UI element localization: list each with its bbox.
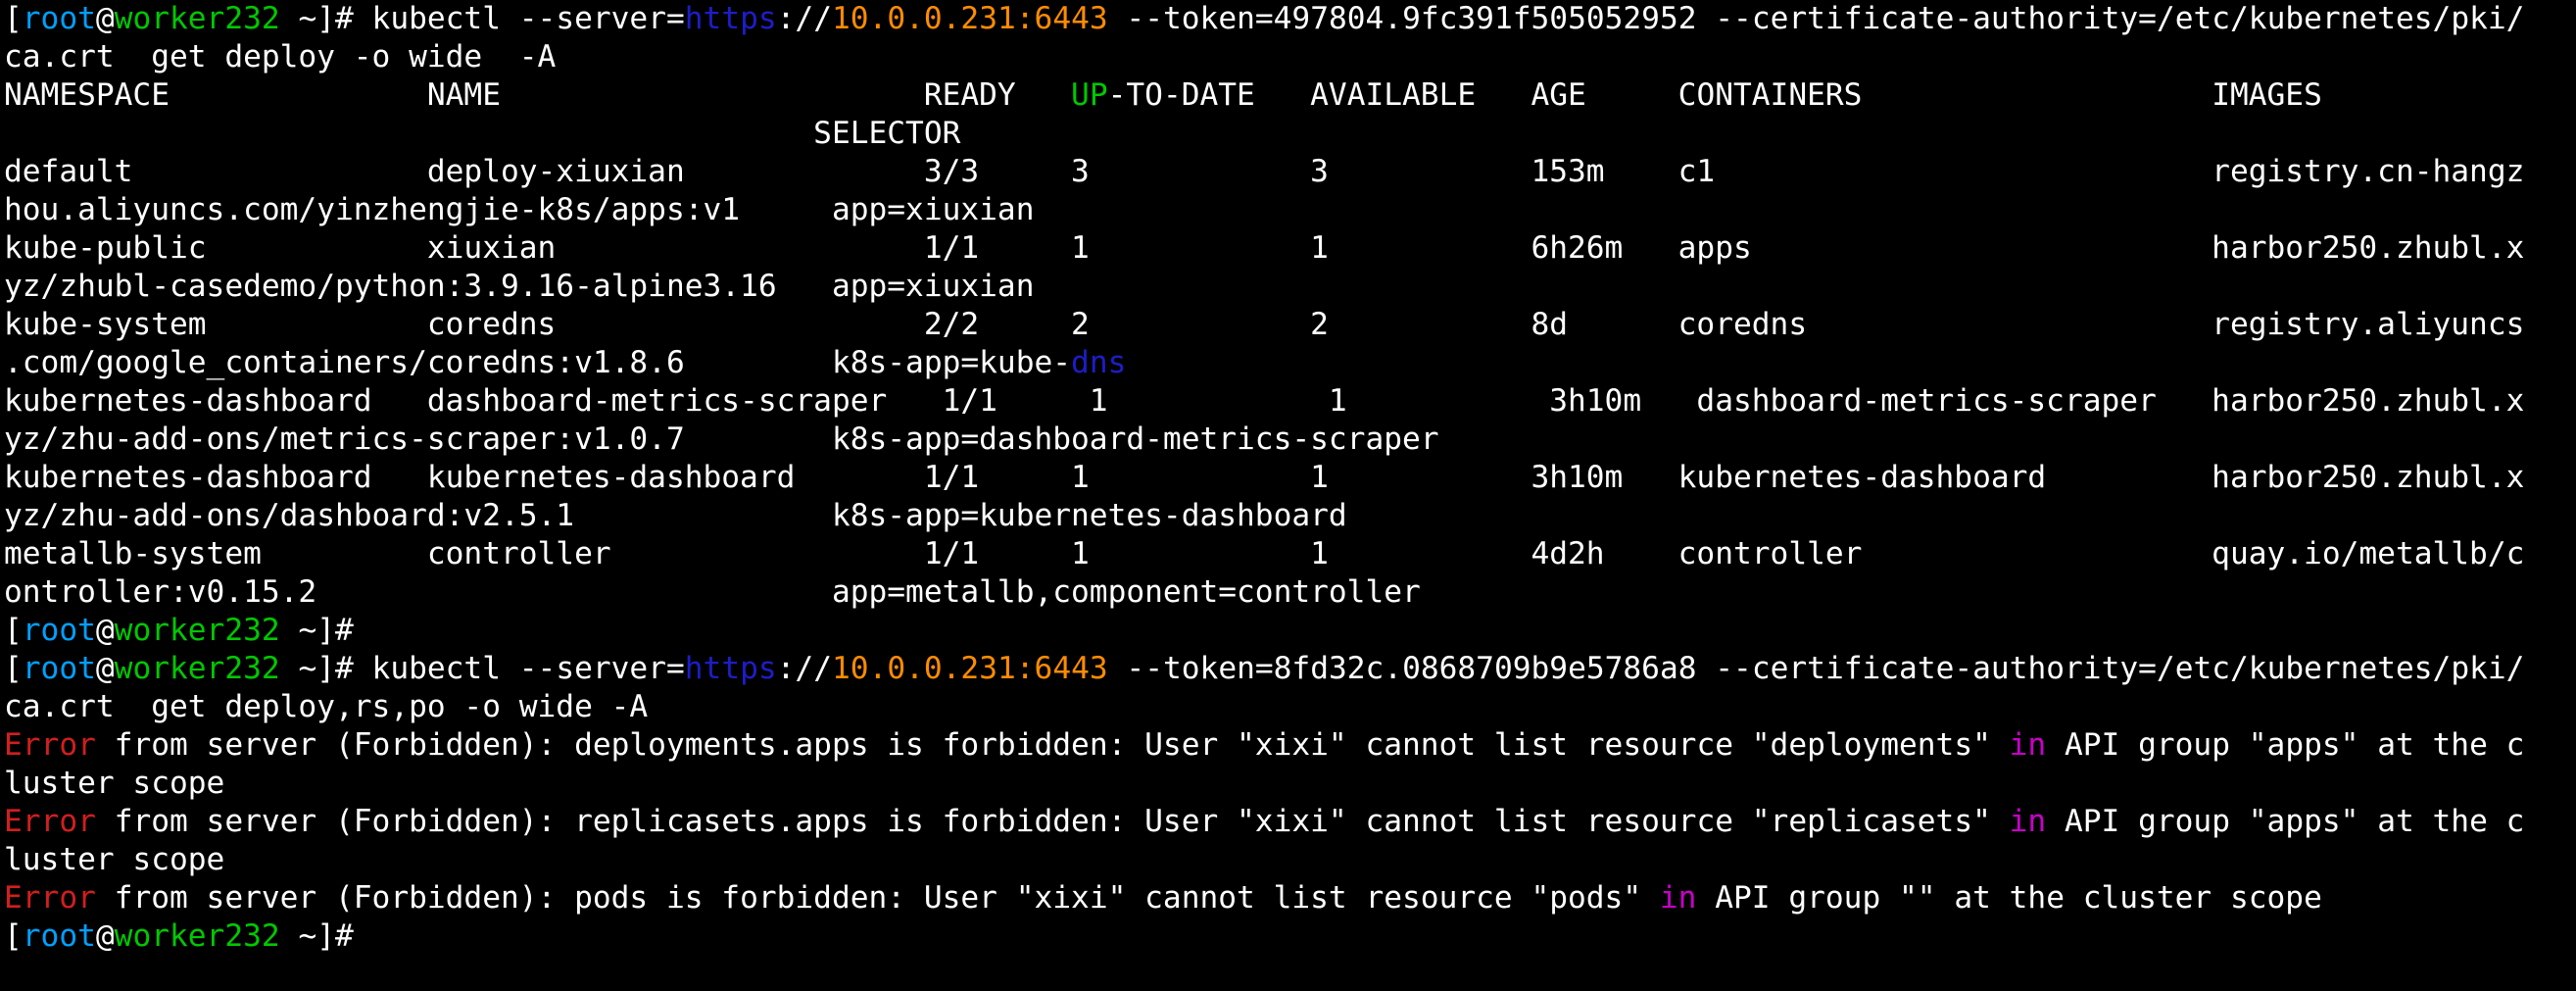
terminal-text-segment: ca.crt get deploy,rs,po -o wide -A: [4, 689, 649, 724]
terminal-text-segment: API group "apps" at the c: [2046, 727, 2525, 763]
terminal-text-segment: yz/zhu-add-ons/dashboard:v2.5.1 k8s-app=…: [4, 498, 1347, 533]
terminal-line: [root@worker232 ~]#: [4, 917, 2576, 956]
terminal-text-segment: kubernetes-dashboard kubernetes-dashboar…: [4, 460, 2525, 495]
terminal-text-segment: 10.0.0.231:6443: [832, 1, 1108, 36]
terminal-text-segment: https: [684, 1, 777, 36]
terminal-text-segment: from server (Forbidden): pods is forbidd…: [95, 880, 1660, 916]
terminal-text-segment: worker232: [114, 613, 280, 648]
terminal-text-segment: in: [1659, 880, 1697, 916]
terminal-text-segment: @: [95, 918, 115, 954]
terminal-line: SELECTOR: [4, 115, 2576, 153]
terminal-text-segment: [: [4, 651, 23, 686]
terminal-text-segment: https: [684, 651, 777, 686]
terminal-window[interactable]: [root@worker232 ~]# kubectl --server=htt…: [0, 0, 2576, 991]
terminal-text-segment: from server (Forbidden): deployments.app…: [95, 727, 2010, 763]
terminal-text-segment: ontroller:v0.15.2 app=metallb,component=…: [4, 574, 1421, 610]
terminal-line: .com/google_containers/coredns:v1.8.6 k8…: [4, 344, 2576, 382]
terminal-text-segment: in: [2009, 727, 2047, 763]
terminal-line: ca.crt get deploy -o wide -A: [4, 38, 2576, 76]
terminal-text-segment: yz/zhubl-casedemo/python:3.9.16-alpine3.…: [4, 269, 1035, 304]
terminal-text-segment: worker232: [114, 651, 280, 686]
terminal-text-segment: root: [22, 651, 96, 686]
terminal-text-segment: root: [22, 1, 96, 36]
terminal-text-segment: ~]# kubectl --server=: [279, 1, 685, 36]
terminal-text-segment: Error: [4, 804, 96, 839]
terminal-line: default deploy-xiuxian 3/3 3 3 153m c1 r…: [4, 153, 2576, 191]
terminal-text-segment: 10.0.0.231:6443: [832, 651, 1108, 686]
terminal-line: luster scope: [4, 841, 2576, 879]
terminal-text-segment: from server (Forbidden): replicasets.app…: [95, 804, 2010, 839]
terminal-text-segment: root: [22, 613, 96, 648]
terminal-text-segment: dns: [1071, 345, 1127, 380]
terminal-text-segment: [: [4, 918, 23, 954]
terminal-text-segment: metallb-system controller 1/1 1 1 4d2h c…: [4, 536, 2525, 571]
terminal-text-segment: @: [95, 613, 115, 648]
terminal-line: ontroller:v0.15.2 app=metallb,component=…: [4, 573, 2576, 612]
terminal-text-segment: worker232: [114, 918, 280, 954]
terminal-text-segment: default deploy-xiuxian 3/3 3 3 153m c1 r…: [4, 154, 2525, 189]
terminal-line: kube-public xiuxian 1/1 1 1 6h26m apps h…: [4, 229, 2576, 268]
terminal-text-segment: luster scope: [4, 842, 225, 877]
terminal-text-segment: worker232: [114, 1, 280, 36]
terminal-line: metallb-system controller 1/1 1 1 4d2h c…: [4, 535, 2576, 573]
terminal-line: hou.aliyuncs.com/yinzhengjie-k8s/apps:v1…: [4, 191, 2576, 229]
terminal-text-segment: root: [22, 918, 96, 954]
terminal-line: luster scope: [4, 765, 2576, 803]
terminal-text-segment: ca.crt get deploy -o wide -A: [4, 39, 557, 74]
terminal-line: Error from server (Forbidden): replicase…: [4, 803, 2576, 841]
terminal-text-segment: kube-public xiuxian 1/1 1 1 6h26m apps h…: [4, 230, 2525, 266]
terminal-text-segment: ~]#: [279, 918, 354, 954]
terminal-line: ca.crt get deploy,rs,po -o wide -A: [4, 688, 2576, 726]
terminal-text-segment: @: [95, 1, 115, 36]
terminal-text-segment: --token=497804.9fc391f505052952 --certif…: [1107, 1, 2525, 36]
terminal-text-segment: [: [4, 1, 23, 36]
terminal-text-segment: --token=8fd32c.0868709b9e5786a8 --certif…: [1107, 651, 2525, 686]
terminal-line: Error from server (Forbidden): deploymen…: [4, 726, 2576, 765]
terminal-output: [root@worker232 ~]# kubectl --server=htt…: [4, 0, 2576, 956]
terminal-line: NAMESPACE NAME READY UP-TO-DATE AVAILABL…: [4, 76, 2576, 115]
terminal-line: yz/zhu-add-ons/metrics-scraper:v1.0.7 k8…: [4, 421, 2576, 459]
terminal-text-segment: ://: [776, 651, 832, 686]
terminal-text-segment: Error: [4, 880, 96, 916]
terminal-line: kubernetes-dashboard kubernetes-dashboar…: [4, 459, 2576, 497]
terminal-line: Error from server (Forbidden): pods is f…: [4, 879, 2576, 917]
terminal-text-segment: ~]# kubectl --server=: [279, 651, 685, 686]
terminal-text-segment: hou.aliyuncs.com/yinzhengjie-k8s/apps:v1…: [4, 192, 1035, 227]
terminal-text-segment: in: [2009, 804, 2047, 839]
terminal-line: [root@worker232 ~]# kubectl --server=htt…: [4, 0, 2576, 38]
terminal-line: yz/zhubl-casedemo/python:3.9.16-alpine3.…: [4, 268, 2576, 306]
terminal-text-segment: kubernetes-dashboard dashboard-metrics-s…: [4, 383, 2525, 419]
terminal-line: [root@worker232 ~]# kubectl --server=htt…: [4, 650, 2576, 688]
terminal-line: kubernetes-dashboard dashboard-metrics-s…: [4, 382, 2576, 421]
terminal-text-segment: NAMESPACE NAME READY: [4, 77, 1072, 113]
terminal-text-segment: UP: [1071, 77, 1108, 113]
terminal-line: kube-system coredns 2/2 2 2 8d coredns r…: [4, 306, 2576, 344]
terminal-line: [root@worker232 ~]#: [4, 612, 2576, 650]
terminal-text-segment: ~]#: [279, 613, 354, 648]
terminal-text-segment: API group "" at the cluster scope: [1696, 880, 2322, 916]
terminal-line: yz/zhu-add-ons/dashboard:v2.5.1 k8s-app=…: [4, 497, 2576, 535]
terminal-text-segment: @: [95, 651, 115, 686]
terminal-text-segment: ://: [776, 1, 832, 36]
terminal-text-segment: [: [4, 613, 23, 648]
terminal-text-segment: Error: [4, 727, 96, 763]
terminal-text-segment: .com/google_containers/coredns:v1.8.6 k8…: [4, 345, 1072, 380]
terminal-text-segment: yz/zhu-add-ons/metrics-scraper:v1.0.7 k8…: [4, 421, 1439, 457]
terminal-text-segment: kube-system coredns 2/2 2 2 8d coredns r…: [4, 307, 2525, 342]
terminal-text-segment: SELECTOR: [4, 116, 961, 151]
terminal-text-segment: -TO-DATE AVAILABLE AGE CONTAINERS IMAGES: [1107, 77, 2322, 113]
terminal-text-segment: luster scope: [4, 766, 225, 801]
terminal-text-segment: API group "apps" at the c: [2046, 804, 2525, 839]
